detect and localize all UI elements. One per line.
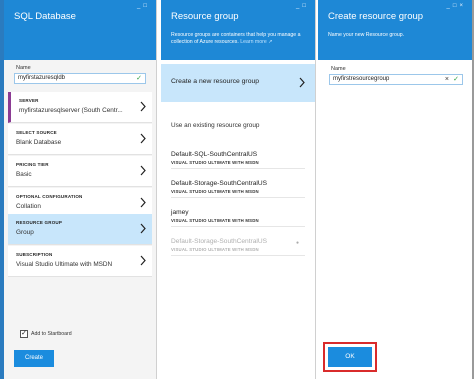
name-label: Name [16,65,31,71]
create-resource-group-body: Name myfirstresourcegroup × ✓ [318,60,472,379]
chevron-right-icon [299,77,305,88]
section-value: Collation [16,203,41,210]
window-controls: _□× [447,3,466,9]
window-controls: _□ [137,3,150,9]
resource-group-name-input[interactable]: myfirstresourcegroup × ✓ [329,74,463,85]
name-label: Name [331,66,346,72]
resource-group-name: jamey [171,209,189,216]
create-button[interactable]: Create [14,350,54,367]
section-subscription[interactable]: SUBSCRIPTION Visual Studio Ultimate with… [8,246,152,277]
blade-description: Resource groups are containers that help… [171,32,309,46]
section-title: RESOURCE GROUP [16,220,63,225]
database-name-value: myfirstazuresqldb [18,75,66,81]
maximize-icon[interactable]: □ [302,3,309,9]
section-value: myfirstazuresqlserver (South Centr... [19,107,123,114]
description-text: Resource groups are containers that help… [171,32,301,46]
resource-group-header: Resource group Resource groups are conta… [161,0,315,60]
create-resource-group-blade: Create resource group Name your new Reso… [318,0,474,379]
existing-resource-group-list: Default-SQL-SouthCentralUS VISUAL STUDIO… [171,140,305,256]
resource-group-blade: Resource group Resource groups are conta… [161,0,316,379]
sql-database-header: SQL Database _□ [4,0,156,60]
ok-button[interactable]: OK [328,347,372,367]
checkmark-icon: ✓ [21,330,27,337]
create-new-label: Create a new resource group [171,78,260,85]
create-resource-group-header: Create resource group Name your new Reso… [318,0,472,60]
section-resource-group[interactable]: RESOURCE GROUP Group [8,214,152,245]
chevron-right-icon [140,133,146,144]
chevron-right-icon [140,255,146,266]
add-to-startboard-checkbox[interactable]: ✓ [20,330,28,338]
section-title: SERVER [19,98,39,103]
section-title: SELECT SOURCE [16,130,57,135]
resource-group-item[interactable]: Default-Storage-SouthCentralUS VISUAL ST… [171,169,305,198]
resource-group-item[interactable]: Default-SQL-SouthCentralUS VISUAL STUDIO… [171,140,305,169]
resource-group-subscription: VISUAL STUDIO ULTIMATE WITH MSDN [171,189,259,194]
resource-group-name: Default-Storage-SouthCentralUS [171,180,268,187]
disabled-indicator-icon: ● [295,240,299,246]
section-value: Visual Studio Ultimate with MSDN [16,261,113,268]
external-link-icon: ↗ [268,39,273,46]
clear-icon[interactable]: × [445,75,449,84]
section-title: OPTIONAL CONFIGURATION [16,194,83,199]
section-value: Group [16,229,34,236]
resource-group-item-disabled: Default-Storage-SouthCentralUS VISUAL ST… [171,227,305,256]
chevron-right-icon [140,165,146,176]
resource-group-subscription: VISUAL STUDIO ULTIMATE WITH MSDN [171,247,259,252]
section-title: SUBSCRIPTION [16,252,53,257]
use-existing-label: Use an existing resource group [171,122,260,129]
resource-group-item[interactable]: jamey VISUAL STUDIO ULTIMATE WITH MSDN [171,198,305,227]
sql-database-blade: SQL Database _□ Name myfirstazuresqldb ✓… [0,0,157,379]
section-value: Basic [16,171,32,178]
ok-button-highlight: OK [323,342,377,372]
section-pricing-tier[interactable]: PRICING TIER Basic [8,156,152,187]
close-icon[interactable]: × [459,3,466,9]
chevron-right-icon [140,197,146,208]
resource-group-body: Create a new resource group Use an exist… [161,60,315,379]
section-select-source[interactable]: SELECT SOURCE Blank Database [8,124,152,155]
section-value: Blank Database [16,139,62,146]
resource-group-subscription: VISUAL STUDIO ULTIMATE WITH MSDN [171,160,259,165]
chevron-right-icon [140,101,146,112]
valid-check-icon: ✓ [453,76,459,83]
resource-group-name: Default-SQL-SouthCentralUS [171,151,258,158]
blade-title: SQL Database [14,11,76,22]
valid-check-icon: ✓ [136,75,142,82]
blade-title: Create resource group [328,11,424,22]
blade-description: Name your new Resource group. [328,32,405,38]
add-to-startboard-label: Add to Startboard [31,331,72,337]
chevron-right-icon [140,223,146,234]
blade-title: Resource group [171,11,239,22]
resource-group-subscription: VISUAL STUDIO ULTIMATE WITH MSDN [171,218,259,223]
window-controls: _□ [296,3,309,9]
learn-more-link[interactable]: Learn more [240,39,267,45]
section-title: PRICING TIER [16,162,49,167]
maximize-icon[interactable]: □ [143,3,150,9]
create-new-resource-group[interactable]: Create a new resource group [161,64,315,102]
section-server[interactable]: SERVER myfirstazuresqlserver (South Cent… [8,92,152,123]
database-name-input[interactable]: myfirstazuresqldb ✓ [14,73,146,84]
resource-group-name: Default-Storage-SouthCentralUS [171,238,268,245]
resource-group-name-value: myfirstresourcegroup [333,76,390,82]
